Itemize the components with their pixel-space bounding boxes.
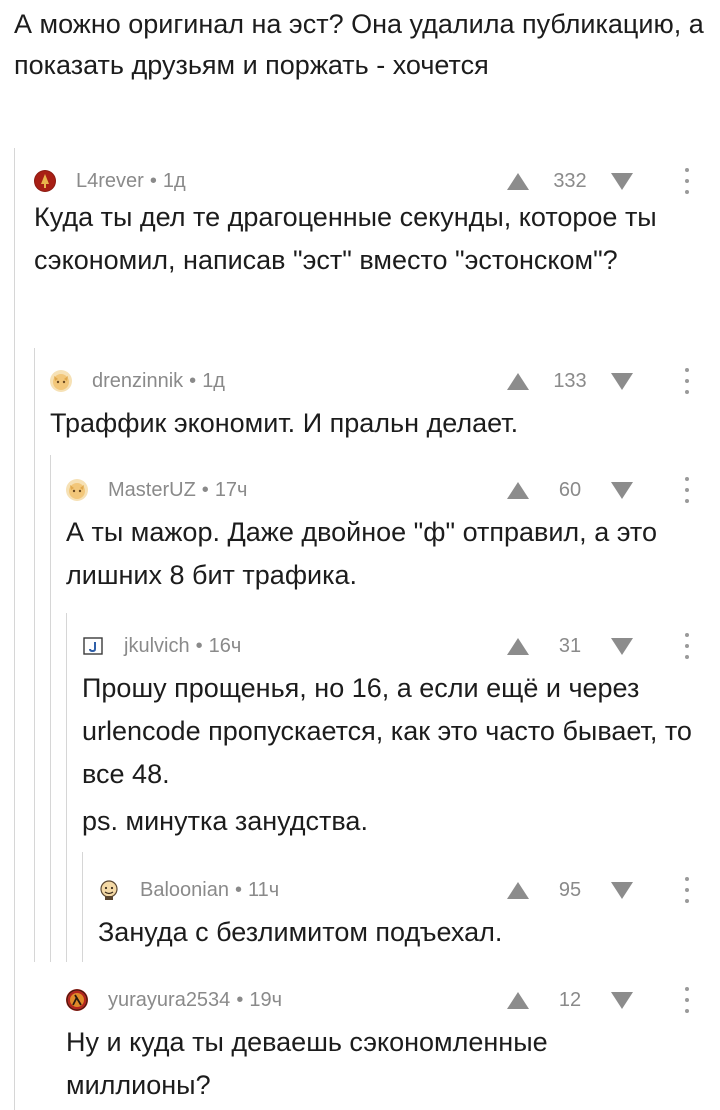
comment-text: Ну и куда ты деваешь сэкономленные милли… [66,1027,548,1100]
downvote-arrow-icon[interactable] [611,637,633,655]
cartoon-face-avatar-icon[interactable] [98,879,120,901]
comment-l4rever: L4rever • 1д 332 Куда ты дел те драгоцен… [34,166,706,356]
vote-score: 60 [558,478,582,501]
thread-line-level-3[interactable] [50,455,51,962]
upvote-arrow-icon[interactable] [507,637,529,655]
red-emblem-avatar-icon[interactable] [34,170,56,192]
more-options-icon[interactable] [684,477,690,503]
vote-score: 95 [558,878,582,901]
comment-time: 17ч [214,478,248,501]
vote-score: 31 [558,634,582,657]
thread-line-level-4[interactable] [66,613,67,962]
more-options-icon[interactable] [684,168,690,194]
comment-drenzinnik: drenzinnik • 1д 133 Траффик экономит. И … [50,366,706,446]
author-name[interactable]: MasterUZ [108,479,196,502]
vote-score: 332 [553,169,587,192]
upvote-arrow-icon[interactable] [507,172,529,190]
comment-jkulvich: jkulvich • 16ч 31 Прошу прощенья, но 16,… [82,631,706,851]
root-comment-text: А можно оригинал на эст? Она удалила пуб… [14,9,704,80]
comment-time: 1д [162,169,186,192]
comment-header: Baloonian • 11ч [98,875,279,905]
upvote-arrow-icon[interactable] [507,991,529,1009]
separator-dot: • [236,988,244,1011]
thread-line-level-2[interactable] [34,348,35,962]
comment-time: 11ч [247,878,280,901]
comment-time: 16ч [208,634,242,657]
comment-header: L4rever • 1д [34,166,186,196]
cat-avatar-icon[interactable] [66,479,88,501]
comment-text: А ты мажор. Даже двойное "ф" отправил, а… [66,517,657,590]
author-name[interactable]: yurayura2534 [108,989,230,1012]
upvote-arrow-icon[interactable] [507,372,529,390]
comment-text: Траффик экономит. И пральн делает. [50,408,519,438]
comment-yurayura2534: yurayura2534 • 19ч 12 Ну и куда ты девае… [66,985,706,1110]
downvote-arrow-icon[interactable] [611,481,633,499]
author-name[interactable]: Baloonian [140,879,229,902]
downvote-arrow-icon[interactable] [611,172,633,190]
comment-baloonian: Baloonian • 11ч 95 Зануда с безлимитом п… [98,875,706,955]
vote-controls: 31 [507,631,633,661]
comment-text: Куда ты дел те драгоценные секунды, кото… [34,202,657,275]
vote-controls: 12 [507,985,633,1015]
separator-dot: • [234,878,242,901]
thread-line-level-1[interactable] [14,148,15,1110]
author-name[interactable]: drenzinnik [92,370,183,393]
vote-score: 12 [558,988,582,1011]
upvote-arrow-icon[interactable] [507,881,529,899]
letter-j-avatar-icon[interactable] [82,635,104,657]
vote-controls: 60 [507,475,633,505]
vote-controls: 95 [507,875,633,905]
upvote-arrow-icon[interactable] [507,481,529,499]
comment-header: MasterUZ • 17ч [66,475,247,505]
comment-text: Зануда с безлимитом подъехал. [98,917,503,947]
comment-time: 1д [202,369,225,392]
lambda-avatar-icon[interactable] [66,989,88,1011]
thread-line-level-5[interactable] [82,852,83,962]
downvote-arrow-icon[interactable] [611,991,633,1009]
separator-dot: • [189,369,197,392]
separator-dot: • [201,478,209,501]
downvote-arrow-icon[interactable] [611,372,633,390]
vote-score: 133 [553,369,587,392]
comment-masteruz: MasterUZ • 17ч 60 А ты мажор. Даже двойн… [66,475,706,605]
separator-dot: • [195,634,203,657]
author-name[interactable]: L4rever [76,170,144,193]
comment-time: 19ч [249,988,282,1011]
comment-text-ps: ps. минутка занудства. [82,806,368,836]
separator-dot: • [149,169,157,192]
comment-text: Прошу прощенья, но 16, а если ещё и чере… [82,673,692,789]
cat-avatar-icon[interactable] [50,370,72,392]
more-options-icon[interactable] [684,987,690,1013]
vote-controls: 332 [507,166,633,196]
more-options-icon[interactable] [684,877,690,903]
comment-header: yurayura2534 • 19ч [66,985,282,1015]
more-options-icon[interactable] [684,633,690,659]
more-options-icon[interactable] [684,368,690,394]
comment-header: jkulvich • 16ч [82,631,241,661]
comment-header: drenzinnik • 1д [50,366,225,396]
downvote-arrow-icon[interactable] [611,881,633,899]
author-name[interactable]: jkulvich [124,635,190,658]
vote-controls: 133 [507,366,633,396]
